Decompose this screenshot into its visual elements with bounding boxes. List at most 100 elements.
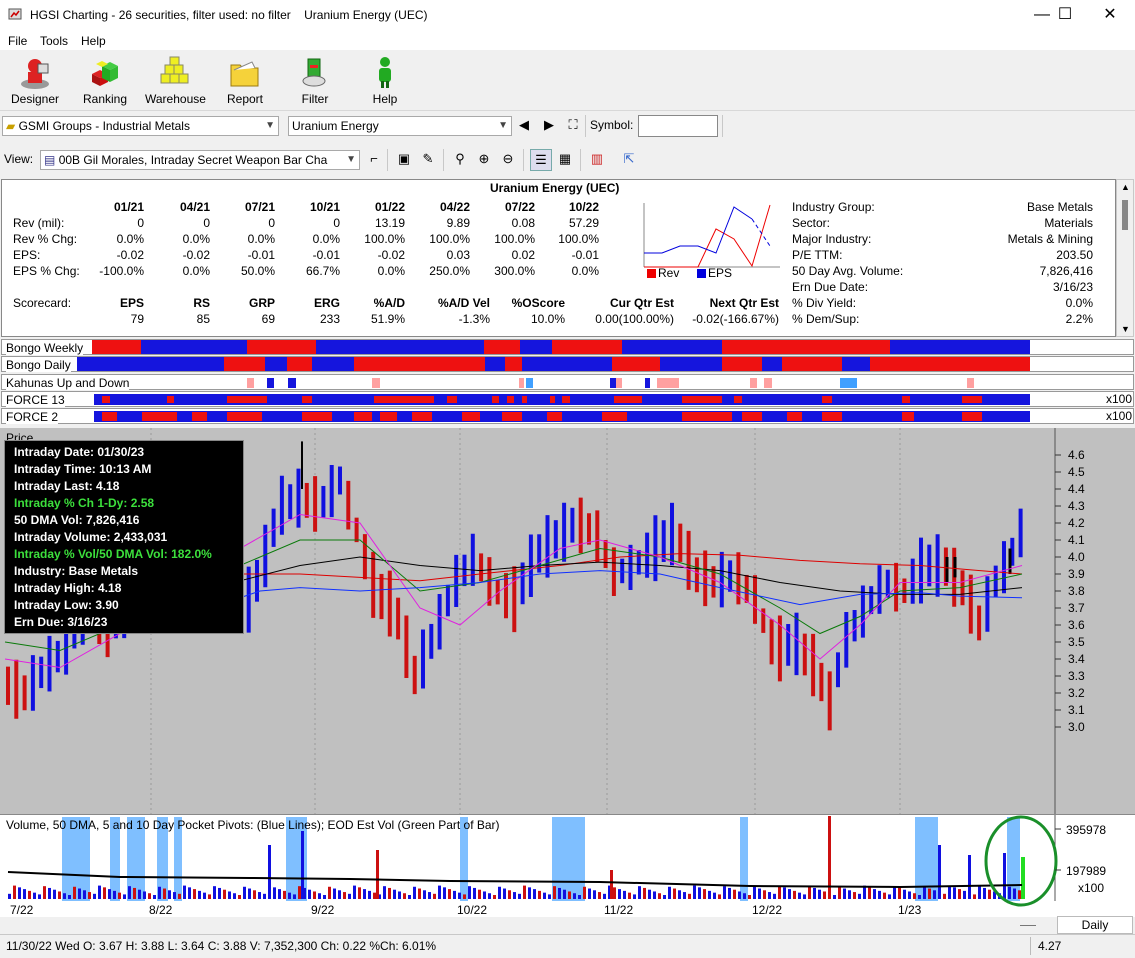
band-segment [288, 378, 296, 388]
ranking-icon [92, 61, 118, 86]
ranking-button[interactable]: Ranking [75, 54, 135, 108]
zoom-out-icon[interactable]: ⊖ [498, 149, 518, 169]
metric-value: 0.08 [511, 216, 535, 230]
warehouse-button[interactable]: Warehouse [145, 54, 206, 108]
band-segment [302, 412, 332, 421]
volume-spike-bar [610, 870, 613, 899]
tooltip-line: Intraday Last: 4.18 [14, 479, 120, 493]
volume-bar-up [948, 885, 951, 899]
band-segment [142, 412, 177, 421]
band-force2 [94, 411, 1030, 422]
tooltip-line: Intraday Time: 10:13 AM [14, 462, 152, 476]
scorecard-value: 51.9% [370, 312, 405, 326]
band-segment [610, 378, 617, 388]
filter-icon [302, 58, 326, 87]
band-segment [372, 378, 380, 388]
volume-bar-up [438, 885, 441, 899]
band-bongo-daily [77, 357, 1030, 371]
help-button[interactable]: Help [355, 54, 415, 108]
detail-label: 50 Day Avg. Volume: [792, 264, 904, 278]
glasses-icon[interactable]: ⌐ [364, 149, 384, 169]
next-security-button[interactable]: ▶ [539, 115, 559, 135]
tooltip-line: Intraday % Vol/50 DMA Vol: 182.0% [14, 547, 212, 561]
legend-eps-swatch [697, 269, 706, 278]
edit-icon[interactable]: ✎ [418, 149, 438, 169]
metric-value: 0.0% [116, 232, 144, 246]
bongo-weekly-band: Bongo Weekly [1, 339, 1134, 355]
scorecard-header: GRP [248, 296, 275, 310]
designer-icon [21, 59, 49, 89]
menu-tools[interactable]: Tools [40, 34, 68, 48]
band-segment [782, 357, 842, 371]
date-tick: 11/22 [604, 903, 634, 917]
zoom-icon[interactable]: ⚲ [450, 149, 470, 169]
y-tick-label: 3.7 [1068, 601, 1085, 615]
period-tab-daily[interactable]: Daily [1057, 916, 1133, 934]
scorecard-header: Cur Qtr Est [609, 296, 674, 310]
volume-spike-bar [938, 845, 941, 899]
band-segment [657, 378, 679, 388]
filter-button[interactable]: Filter [285, 54, 345, 108]
band-segment [762, 357, 782, 371]
view-label: View: [4, 152, 34, 166]
report-button[interactable]: Report [215, 54, 275, 108]
band-segment [484, 340, 520, 354]
export-icon[interactable]: ⇱ [619, 149, 639, 169]
view-select-icon: ▤ [44, 153, 56, 167]
scorecard-label: Scorecard: [13, 296, 72, 310]
quarter-header: 04/22 [439, 200, 470, 214]
bar-list-icon[interactable]: ☰ [530, 149, 552, 171]
volume-scale: x100 [1078, 881, 1105, 895]
close-button[interactable]: ✕ [1087, 0, 1133, 32]
metric-value: 0 [333, 216, 340, 230]
metric-value: -0.01 [312, 248, 340, 262]
band-segment [92, 340, 141, 354]
force2-band: FORCE 2 x100 [1, 408, 1134, 424]
menu-help[interactable]: Help [81, 34, 106, 48]
kahunas-band: Kahunas Up and Down [1, 374, 1134, 390]
y-tick-label: 3.1 [1068, 703, 1085, 717]
view-select[interactable]: ▤ 00B Gil Morales, Intraday Secret Weapo… [40, 150, 360, 170]
table-icon[interactable]: ▦ [555, 149, 575, 169]
detail-label: Sector: [792, 216, 831, 230]
scroll-down-icon[interactable]: ▼ [1121, 324, 1130, 334]
date-tick: 12/22 [752, 903, 783, 917]
scroll-up-icon[interactable]: ▲ [1121, 182, 1130, 192]
band-scale: x100 [1106, 392, 1133, 406]
band-segment [302, 396, 312, 403]
maximize-button[interactable]: ☐ [1042, 0, 1088, 32]
metric-label: Rev % Chg: [13, 232, 78, 246]
y-tick-label: 3.6 [1068, 618, 1085, 632]
menu-file[interactable]: File [8, 34, 27, 48]
help-person-icon [379, 57, 391, 88]
zoom-in-icon[interactable]: ⊕ [474, 149, 494, 169]
band-segment [522, 396, 527, 403]
symbol-input[interactable] [638, 115, 718, 137]
group-select[interactable]: ▰ GSMI Groups - Industrial Metals ▼ [2, 116, 279, 136]
band-segment [967, 378, 974, 388]
metric-value: 0 [268, 216, 275, 230]
y-tick-label: 4.1 [1068, 533, 1085, 547]
metric-value: -100.0% [99, 264, 144, 278]
bar-chart-icon[interactable]: ▥ [587, 149, 607, 169]
scroll-thumb[interactable] [1122, 200, 1128, 230]
detail-value: Base Metals [1026, 200, 1093, 214]
pocket-pivot-zone [740, 817, 748, 901]
band-segment [102, 396, 110, 403]
binoculars-icon[interactable]: ⛶ [563, 115, 583, 135]
security-select[interactable]: Uranium Energy ▼ [288, 116, 512, 136]
metric-value: 57.29 [568, 216, 599, 230]
info-scrollbar[interactable]: ▲ ▼ [1116, 179, 1134, 337]
band-segment [492, 396, 499, 403]
previous-security-button[interactable]: ◀ [514, 115, 534, 135]
print-icon[interactable]: ▣ [394, 149, 414, 169]
y-tick-label: 4.6 [1068, 448, 1085, 462]
scorecard-value: 233 [319, 312, 340, 326]
band-bongo-weekly [92, 340, 1030, 354]
band-segment [622, 340, 722, 354]
metric-value: 0 [203, 216, 210, 230]
designer-button[interactable]: Designer [5, 54, 65, 108]
volume-bar-up [693, 885, 696, 899]
quarter-header: 04/21 [179, 200, 210, 214]
filter-label: Filter [301, 92, 329, 106]
